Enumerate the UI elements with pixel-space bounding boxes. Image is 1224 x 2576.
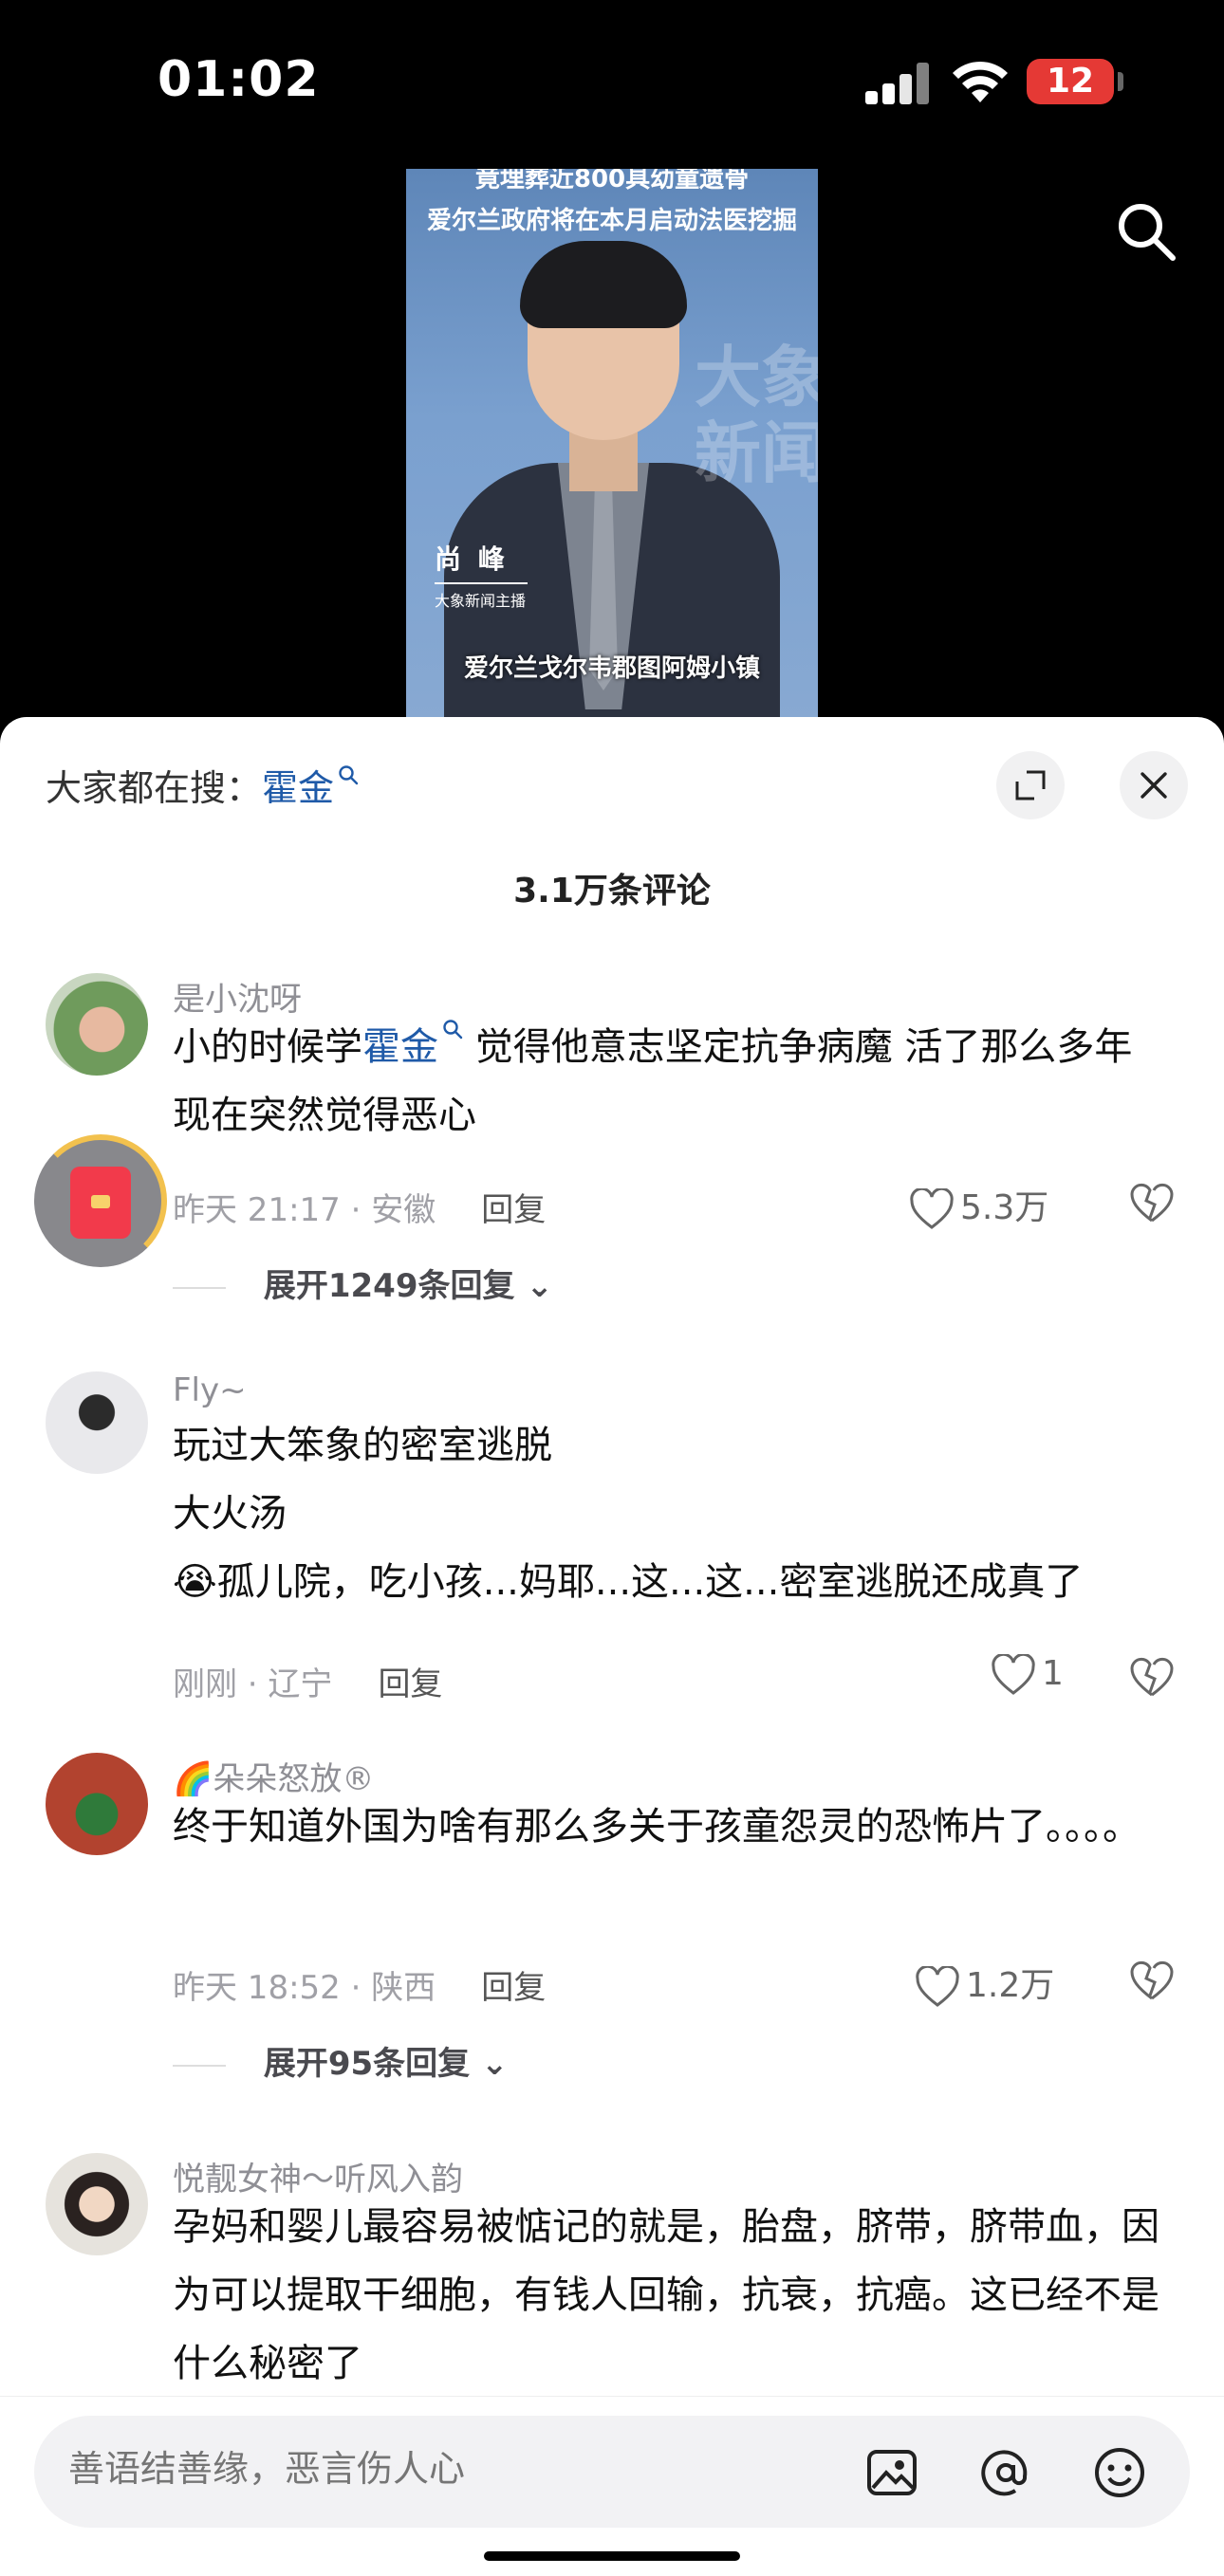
image-icon[interactable]: [863, 2444, 920, 2501]
like-button[interactable]: 1.2万: [915, 1958, 1055, 2007]
search-icon: [339, 765, 359, 785]
comment-line-text: 孤儿院，吃小孩...妈耶...这...这...密室逃脱还成真了: [216, 1560, 1084, 1604]
search-icon: [443, 1020, 463, 1040]
close-button[interactable]: [1120, 751, 1188, 819]
anchor-title: 大象新闻主播: [435, 592, 527, 610]
video-frame[interactable]: 大象新闻 竟埋葬近800具幼童遗骨 爱尔兰政府将在本月启动法医挖掘 尚 峰 大象…: [406, 169, 818, 723]
crying-emoji: 😭: [173, 1560, 217, 1604]
search-hint-keyword[interactable]: 霍金: [262, 767, 334, 809]
wifi-icon: [953, 61, 1008, 102]
like-button[interactable]: 1: [991, 1652, 1064, 1702]
comment-text: 孕妈和婴儿最容易被惦记的就是，胎盘，脐带，脐带血，因为可以提取干细胞，有钱人回输…: [173, 2205, 1159, 2385]
status-time: 01:02: [158, 51, 320, 108]
anchor-name: 尚 峰: [435, 539, 528, 584]
heart-icon: [916, 1964, 959, 2007]
reply-button[interactable]: 回复: [378, 1665, 442, 1703]
anchor-name-tag: 尚 峰 大象新闻主播: [435, 539, 528, 611]
mention-icon[interactable]: [977, 2444, 1034, 2501]
emoji-icon[interactable]: [1091, 2444, 1148, 2501]
video-player[interactable]: 大象新闻 竟埋葬近800具幼童遗骨 爱尔兰政府将在本月启动法医挖掘 尚 峰 大象…: [0, 161, 1224, 730]
expand-fullscreen-button[interactable]: [996, 751, 1065, 819]
comment-line: 玩过大笨象的密室逃脱: [173, 1424, 552, 1467]
comment-input[interactable]: [68, 2448, 827, 2490]
comment-time-location: 刚刚 · 辽宁: [173, 1665, 333, 1703]
expand-replies-label: 展开1249条回复: [263, 1267, 515, 1305]
chevron-down-icon: ⌄: [470, 2045, 509, 2083]
expand-replies-label: 展开95条回复: [263, 2045, 471, 2083]
chevron-down-icon: ⌄: [514, 1267, 553, 1305]
comment-time-location: 昨天 18:52 · 陕西: [173, 1969, 436, 2007]
reply-button[interactable]: 回复: [481, 1191, 546, 1229]
like-button[interactable]: 5.3万: [909, 1180, 1049, 1229]
expand-icon: [1015, 770, 1046, 800]
comment-meta: 昨天 21:17 · 安徽 回复: [173, 1184, 546, 1230]
search-icon[interactable]: [1114, 199, 1178, 264]
avatar[interactable]: [46, 1753, 148, 1855]
comment-input-bar: [0, 2396, 1224, 2576]
headline-line-1: 竟埋葬近800具幼童遗骨: [474, 169, 750, 193]
expand-replies-button[interactable]: 展开95条回复 ⌄: [173, 2037, 509, 2084]
news-watermark: 大象新闻: [695, 339, 818, 492]
comment-text: 玩过大笨象的密室逃脱 大火汤 😭孤儿院，吃小孩...妈耶...这...这...密…: [173, 1411, 1169, 1616]
red-envelope-icon: [70, 1167, 131, 1239]
video-headline-banner: 竟埋葬近800具幼童遗骨 爱尔兰政府将在本月启动法医挖掘: [406, 169, 818, 237]
comment-meta: 昨天 18:52 · 陕西 回复: [173, 1961, 546, 2008]
dislike-icon[interactable]: [1129, 1654, 1175, 1700]
search-hint-prefix: 大家都在搜：: [46, 767, 263, 809]
comment-line: 大火汤: [173, 1492, 287, 1536]
reply-button[interactable]: 回复: [481, 1969, 546, 2007]
heart-icon: [992, 1652, 1035, 1695]
comment-meta: 刚刚 · 辽宁 回复: [173, 1658, 442, 1704]
battery-tip: [1118, 72, 1123, 91]
comment-text-part: 小的时候学: [173, 1025, 362, 1069]
dislike-icon[interactable]: [1129, 1958, 1175, 2003]
dislike-icon[interactable]: [1129, 1180, 1175, 1225]
video-subtitle: 爱尔兰戈尔韦郡图阿姆小镇: [463, 654, 760, 683]
expand-replies-button[interactable]: 展开1249条回复 ⌄: [173, 1260, 553, 1306]
avatar[interactable]: [46, 2153, 148, 2255]
anchor-hair: [520, 241, 687, 328]
trending-search-hint[interactable]: 大家都在搜：霍金: [46, 759, 359, 811]
comment-username[interactable]: Fly~: [173, 1371, 247, 1409]
red-packet-button[interactable]: [34, 1134, 167, 1267]
comment-keyword-link[interactable]: 霍金: [362, 1025, 438, 1069]
cellular-signal-icon: [865, 63, 932, 104]
avatar[interactable]: [46, 973, 148, 1076]
avatar[interactable]: [46, 1371, 148, 1474]
close-icon: [1141, 772, 1167, 799]
comment-count: 3.1万条评论: [513, 872, 711, 911]
heart-icon: [910, 1187, 954, 1229]
battery-indicator: 12: [1027, 59, 1114, 104]
comment-text: 终于知道外国为啥有那么多关于孩童怨灵的恐怖片了。。。。: [173, 1805, 1141, 1849]
like-count: 5.3万: [960, 1188, 1049, 1227]
like-count: 1.2万: [966, 1966, 1055, 2005]
like-count: 1: [1042, 1654, 1064, 1693]
home-indicator[interactable]: [484, 2551, 740, 2561]
comment-text: 小的时候学霍金 觉得他意志坚定抗争病魔 活了那么多年 现在突然觉得恶心: [173, 1013, 1169, 1150]
comment-line: 😭孤儿院，吃小孩...妈耶...这...这...密室逃脱还成真了: [173, 1548, 1169, 1616]
status-bar: 01:02 12: [0, 0, 1224, 161]
comment-input-box[interactable]: [34, 2416, 1190, 2528]
comment-sheet: 大家都在搜：霍金 3.1万条评论 是小沈呀 小的时候学霍金 觉得他意志坚定抗争病…: [0, 717, 1224, 2576]
headline-line-2: 爱尔兰政府将在本月启动法医挖掘: [426, 207, 797, 235]
comment-time-location: 昨天 21:17 · 安徽: [173, 1191, 436, 1229]
